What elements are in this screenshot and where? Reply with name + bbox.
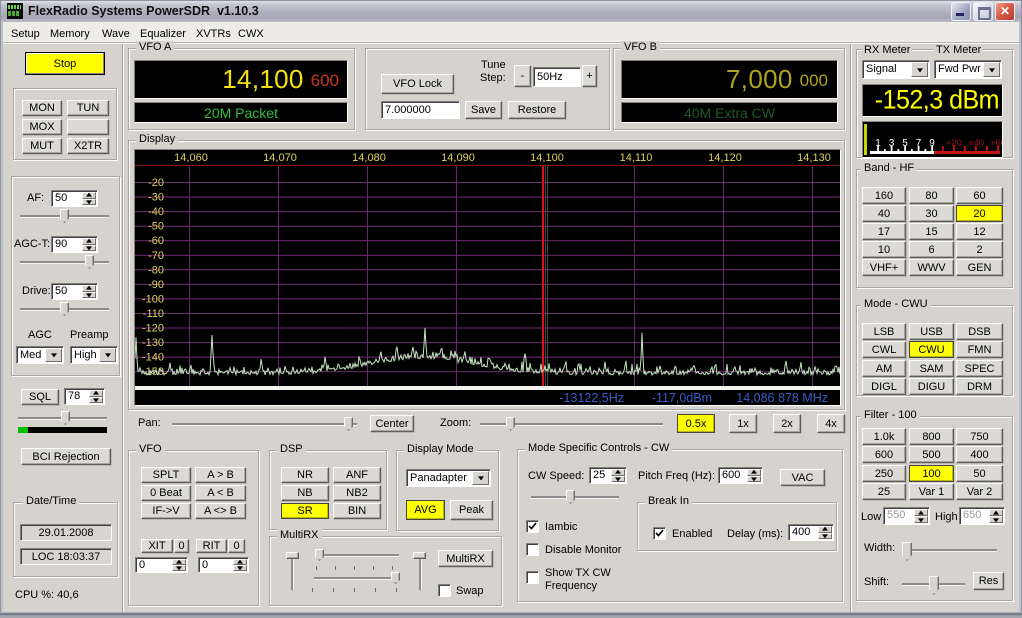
svg-text:-140: -140 [142,352,164,364]
svg-text:-50: -50 [148,221,164,233]
svg-text:+60: +60 [990,138,1002,149]
svg-text:-110: -110 [143,308,164,320]
svg-text:-13122,5Hz: -13122,5Hz [559,391,624,405]
svg-text:14,100: 14,100 [530,152,564,164]
svg-text:-90: -90 [148,279,164,291]
svg-text:14,090: 14,090 [441,152,475,164]
svg-text:-30: -30 [148,192,164,204]
svg-text:14,120: 14,120 [708,152,742,164]
svg-text:14,080: 14,080 [352,152,386,164]
svg-text:-120: -120 [142,323,164,335]
svg-text:14,130: 14,130 [797,152,831,164]
svg-text:-130: -130 [142,337,164,349]
svg-text:-70: -70 [148,250,164,262]
svg-text:14,086 878 MHz: 14,086 878 MHz [736,391,828,405]
svg-text:-40: -40 [148,206,164,218]
svg-text:14,070: 14,070 [263,152,297,164]
svg-text:-117,0dBm: -117,0dBm [652,391,712,405]
svg-text:-20: -20 [148,177,164,189]
svg-text:+40: +40 [968,138,984,149]
svg-text:-100: -100 [142,293,164,305]
svg-text:-60: -60 [148,235,164,247]
svg-text:-80: -80 [148,264,164,276]
svg-text:14,110: 14,110 [620,152,653,164]
svg-text:14,060: 14,060 [174,152,208,164]
svg-text:+20: +20 [946,138,962,149]
